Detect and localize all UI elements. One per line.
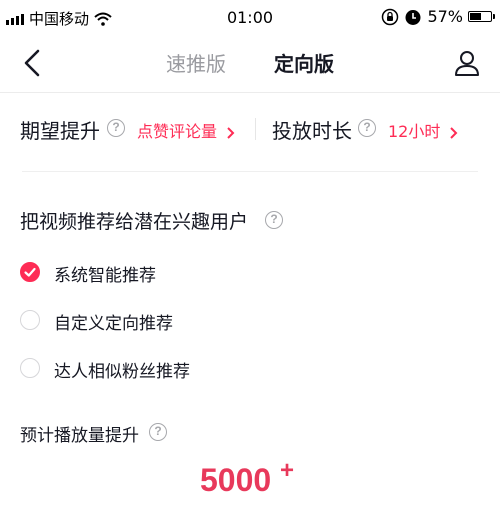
estimate-value: 5000 — [200, 462, 272, 498]
radio-button[interactable] — [20, 262, 40, 282]
help-icon[interactable]: ? — [107, 119, 125, 137]
chevron-right-icon — [227, 126, 235, 139]
goal-label: 期望提升 — [20, 119, 100, 143]
tab-quick-boost[interactable]: 速推版 — [166, 48, 226, 77]
options-separator — [255, 118, 256, 140]
top-nav: 速推版 定向版 — [0, 36, 500, 92]
help-icon[interactable]: ? — [149, 423, 167, 441]
options-row: 期望提升 ? 点赞评论量 投放时长 ? 12小时 — [0, 108, 500, 148]
chevron-left-icon[interactable] — [20, 48, 46, 78]
battery-fill — [470, 13, 481, 20]
estimate-title: 预计播放量提升 — [20, 426, 139, 446]
tab-targeted[interactable]: 定向版 — [274, 48, 334, 77]
check-icon — [23, 267, 36, 277]
radio-option-similar-fans[interactable]: 达人相似粉丝推荐 — [20, 356, 480, 382]
goal-value-selector[interactable]: 点赞评论量 — [137, 118, 236, 142]
chevron-right-icon — [450, 126, 458, 139]
help-icon[interactable]: ? — [265, 211, 283, 229]
status-bar: 中国移动 01:00 57% — [0, 0, 500, 36]
duration-label: 投放时长 — [272, 119, 352, 143]
user-icon[interactable] — [452, 48, 482, 78]
duration-value: 12小时 — [388, 122, 441, 141]
duration-value-selector[interactable]: 12小时 — [388, 118, 459, 142]
battery-icon — [468, 11, 495, 22]
estimate-plus: + — [280, 457, 295, 484]
radio-button[interactable] — [20, 310, 40, 330]
radio-label: 自定义定向推荐 — [54, 314, 173, 334]
radio-label: 系统智能推荐 — [54, 266, 156, 286]
radio-option-custom[interactable]: 自定义定向推荐 — [20, 308, 480, 334]
status-right: 57% — [381, 7, 495, 26]
radio-label: 达人相似粉丝推荐 — [54, 362, 190, 382]
radio-option-smart[interactable]: 系统智能推荐 — [20, 260, 480, 286]
alarm-icon — [405, 9, 421, 25]
radio-button[interactable] — [20, 358, 40, 378]
section-divider — [22, 171, 478, 172]
rotation-lock-icon — [382, 8, 399, 25]
help-icon[interactable]: ? — [358, 119, 376, 137]
battery-percent: 57% — [427, 7, 463, 26]
goal-value: 点赞评论量 — [137, 122, 218, 141]
nav-divider — [0, 92, 500, 93]
targeting-title: 把视频推荐给潜在兴趣用户 — [20, 211, 249, 233]
